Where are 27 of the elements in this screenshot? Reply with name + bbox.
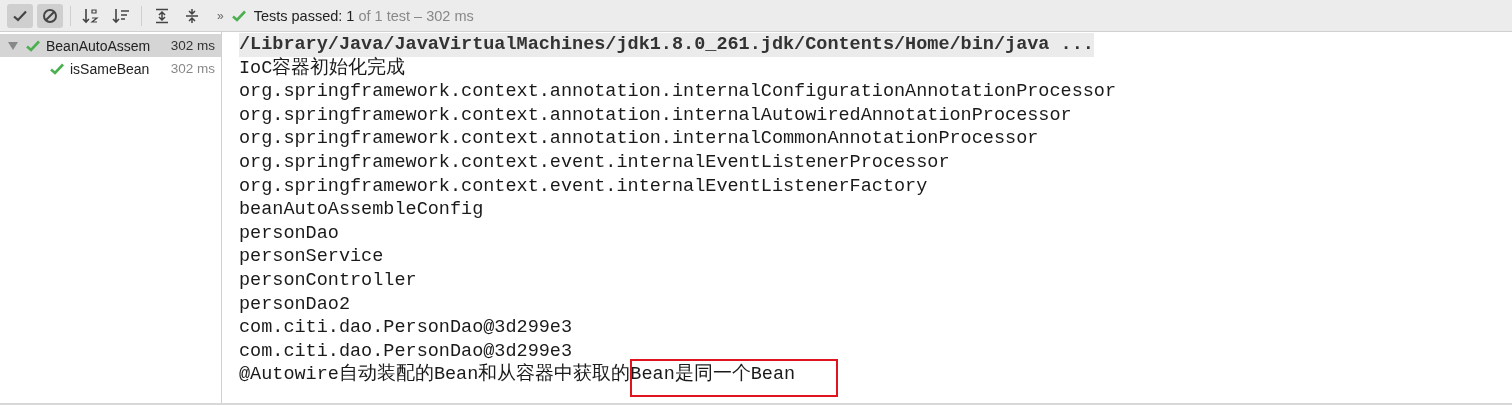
console-line: personDao2 [239,292,351,317]
console-line: personController [239,268,417,293]
check-icon [13,9,27,22]
sort-icon [82,7,100,24]
test-tree-item[interactable]: BeanAutoAssem 302 ms [0,34,221,57]
console-line: org.springframework.context.event.internalEventListenerFactory [239,174,928,199]
sort-icon [112,7,130,24]
console-line: beanAutoAssembleConfig [239,198,484,222]
toolbar-button[interactable] [37,3,63,28]
console-line: @Autowire自动装配的Bean和从容器中获取的Bean是同一个Bean [239,363,796,387]
console-line: com.citi.dao.PersonDao@3d299e3 [239,339,573,363]
test-status: Tests passed: 1 of 1 test – 302 ms [253,7,474,24]
console-line: org.springframework.context.annotation.internalCommonAnnotationProcessor [239,127,1039,151]
expand-all-icon [154,7,170,24]
more-button[interactable]: » [217,8,224,23]
cancel-icon [42,7,58,24]
console-line: com.citi.dao.PersonDao@3d299e3 [239,316,573,340]
console-line: personDao [239,221,339,246]
console-line: IoC容器初始化完成 [239,56,406,81]
console-line: org.springframework.context.annotation.internalAutowiredAnnotationProcessor [239,103,1072,128]
console-line: org.springframework.context.event.internalEventListenerProcessor [239,150,950,175]
toolbar-button[interactable] [7,3,33,28]
check-icon [231,9,246,22]
test-tree-item[interactable]: isSameBean 302 ms [0,57,221,80]
console-line: org.springframework.context.annotation.internalConfigurationAnnotationProcessor [239,80,1117,104]
console-line: personService [239,245,384,269]
collapse-all-icon [184,7,200,24]
